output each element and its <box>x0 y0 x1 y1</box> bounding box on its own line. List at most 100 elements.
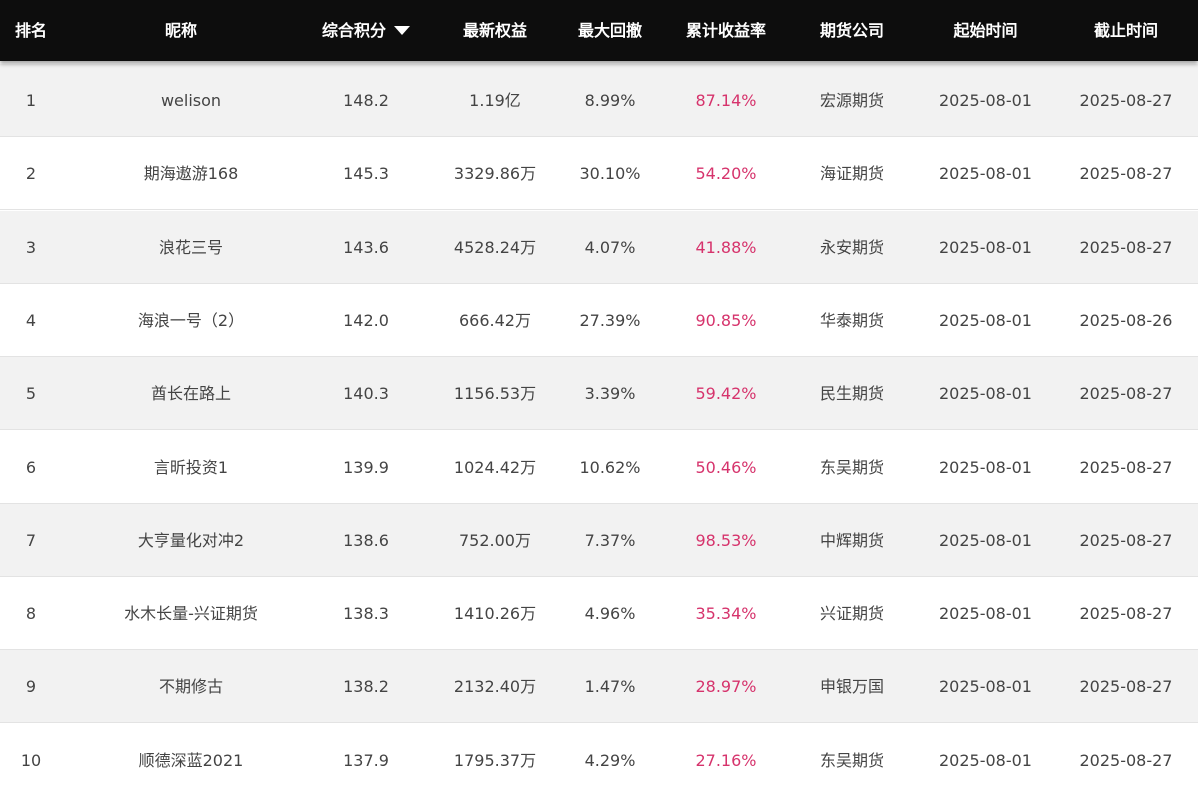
table-row[interactable]: 2 期海遨游168 145.3 3329.86万 30.10% 54.20% 海证期货 202… <box>0 137 1198 210</box>
table-row[interactable]: 3 浪花三号 143.6 4528.24万 4.07% 41.88% 永安期货 2025-08… <box>0 211 1198 284</box>
cell-nickname: 大亨量化对冲2 <box>137 531 245 550</box>
cell-drawdown: 3.39% <box>584 384 636 403</box>
sort-desc-icon[interactable] <box>394 26 410 35</box>
cell-rank: 4 <box>25 311 37 330</box>
cell-company: 民生期货 <box>819 384 884 403</box>
cell-equity: 1795.37万 <box>453 751 537 770</box>
cell-drawdown: 30.10% <box>579 164 641 183</box>
cell-drawdown: 4.07% <box>584 238 636 257</box>
cell-equity: 752.00万 <box>459 531 531 550</box>
header-nickname: 昵称 <box>164 21 197 40</box>
cell-company: 宏源期货 <box>819 91 884 110</box>
cell-nickname: 不期修古 <box>158 677 223 696</box>
cell-rank: 2 <box>25 164 37 183</box>
cell-end: 2025-08-27 <box>1079 751 1173 770</box>
cell-nickname: 水木长量-兴证期货 <box>124 604 258 623</box>
cell-end: 2025-08-27 <box>1079 531 1173 550</box>
cell-rank: 5 <box>25 384 37 403</box>
cell-start: 2025-08-01 <box>939 604 1032 623</box>
cell-nickname: 浪花三号 <box>158 238 223 257</box>
cell-score: 145.3 <box>343 164 389 183</box>
header-equity: 最新权益 <box>462 21 527 40</box>
cell-drawdown: 10.62% <box>579 458 641 477</box>
table-row[interactable]: 1 welison 148.2 1.19亿 8.99% 87.14% 宏源期货 2025-08… <box>0 64 1198 137</box>
cell-equity: 666.42万 <box>459 311 531 330</box>
cell-company: 华泰期货 <box>819 311 884 330</box>
cell-nickname: 酋长在路上 <box>150 384 231 403</box>
cell-nickname: 海浪一号（2） <box>137 311 245 330</box>
table-row[interactable]: 5 酋长在路上 140.3 1156.53万 3.39% 59.42% 民生期货 2025-0… <box>0 357 1198 430</box>
table-header: 排名 昵称 综合积分 最新权益 最大回撤 累计收益率 期货公司 起始时间 截止时… <box>0 0 1198 61</box>
header-company: 期货公司 <box>819 21 884 40</box>
cell-return: 54.20% <box>695 164 757 183</box>
header-score-label: 综合积分 <box>321 21 386 40</box>
header-end: 截止时间 <box>1093 21 1158 40</box>
cell-score: 138.3 <box>343 604 389 623</box>
cell-score: 138.6 <box>343 531 389 550</box>
cell-rank: 8 <box>25 604 37 623</box>
cell-company: 东吴期货 <box>819 458 884 477</box>
cell-return: 87.14% <box>695 91 757 110</box>
cell-equity: 2132.40万 <box>453 677 537 696</box>
cell-start: 2025-08-01 <box>939 238 1032 257</box>
header-rank: 排名 <box>14 21 47 40</box>
cell-start: 2025-08-01 <box>939 91 1032 110</box>
cell-company: 兴证期货 <box>819 604 884 623</box>
cell-company: 永安期货 <box>819 238 884 257</box>
table-row[interactable]: 6 言昕投资1 139.9 1024.42万 10.62% 50.46% 东吴期货 2025-… <box>0 431 1198 504</box>
header-return: 累计收益率 <box>685 21 766 40</box>
cell-rank: 9 <box>25 677 37 696</box>
cell-score: 140.3 <box>343 384 389 403</box>
cell-score: 137.9 <box>343 751 389 770</box>
cell-drawdown: 7.37% <box>584 531 636 550</box>
cell-start: 2025-08-01 <box>939 531 1032 550</box>
cell-end: 2025-08-27 <box>1079 238 1173 257</box>
cell-nickname: 顺德深蓝2021 <box>138 751 244 770</box>
cell-start: 2025-08-01 <box>939 751 1032 770</box>
cell-start: 2025-08-01 <box>939 458 1032 477</box>
cell-score: 139.9 <box>343 458 389 477</box>
cell-end: 2025-08-27 <box>1079 384 1173 403</box>
cell-nickname: welison <box>160 91 222 110</box>
cell-return: 28.97% <box>695 677 757 696</box>
cell-return: 35.34% <box>695 604 757 623</box>
cell-drawdown: 1.47% <box>584 677 636 696</box>
cell-equity: 1.19亿 <box>469 91 521 110</box>
table-row[interactable]: 10 顺德深蓝2021 137.9 1795.37万 4.29% 27.16% 东吴期货 20… <box>0 724 1198 795</box>
table-row[interactable]: 4 海浪一号（2） 142.0 666.42万 27.39% 90.85% 华泰期货 2025… <box>0 284 1198 357</box>
header-score[interactable]: 综合积分 <box>297 0 435 61</box>
cell-start: 2025-08-01 <box>939 677 1032 696</box>
table-row[interactable]: 9 不期修古 138.2 2132.40万 1.47% 28.97% 申银万国 2025-08… <box>0 650 1198 723</box>
cell-drawdown: 27.39% <box>579 311 641 330</box>
cell-end: 2025-08-26 <box>1079 311 1173 330</box>
cell-return: 90.85% <box>695 311 757 330</box>
cell-equity: 1410.26万 <box>453 604 537 623</box>
cell-drawdown: 4.29% <box>584 751 636 770</box>
table-row[interactable]: 8 水木长量-兴证期货 138.3 1410.26万 4.96% 35.34% 兴证期货 20… <box>0 577 1198 650</box>
cell-nickname: 期海遨游168 <box>143 164 239 183</box>
cell-return: 27.16% <box>695 751 757 770</box>
cell-nickname: 言昕投资1 <box>153 458 229 477</box>
cell-company: 东吴期货 <box>819 751 884 770</box>
cell-end: 2025-08-27 <box>1079 677 1173 696</box>
cell-score: 142.0 <box>343 311 389 330</box>
cell-company: 中辉期货 <box>819 531 884 550</box>
cell-return: 50.46% <box>695 458 757 477</box>
cell-rank: 10 <box>20 751 42 770</box>
cell-equity: 4528.24万 <box>453 238 537 257</box>
ranking-table: 排名 昵称 综合积分 最新权益 最大回撤 累计收益率 期货公司 起始时间 截止时… <box>0 0 1198 795</box>
cell-rank: 7 <box>25 531 37 550</box>
cell-end: 2025-08-27 <box>1079 164 1173 183</box>
cell-rank: 6 <box>25 458 37 477</box>
cell-drawdown: 8.99% <box>584 91 636 110</box>
cell-return: 41.88% <box>695 238 757 257</box>
header-start: 起始时间 <box>953 21 1018 40</box>
cell-score: 148.2 <box>343 91 389 110</box>
header-drawdown: 最大回撤 <box>577 21 642 40</box>
cell-drawdown: 4.96% <box>584 604 636 623</box>
cell-start: 2025-08-01 <box>939 164 1032 183</box>
cell-return: 98.53% <box>695 531 757 550</box>
cell-equity: 1024.42万 <box>453 458 537 477</box>
table-row[interactable]: 7 大亨量化对冲2 138.6 752.00万 7.37% 98.53% 中辉期货 2025-… <box>0 504 1198 577</box>
cell-start: 2025-08-01 <box>939 384 1032 403</box>
